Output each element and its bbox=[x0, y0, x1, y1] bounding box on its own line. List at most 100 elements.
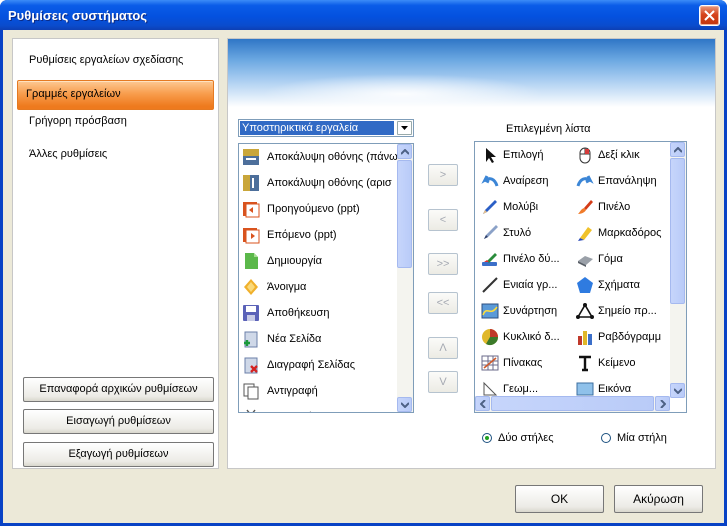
cancel-button[interactable]: Ακύρωση bbox=[614, 485, 703, 513]
nav-item-other-settings[interactable]: Άλλες ρυθμίσεις bbox=[29, 145, 107, 163]
selected-tool-item[interactable]: Κείμενο bbox=[574, 350, 668, 376]
selected-list-caption: Επιλεγμένη λίστα bbox=[506, 123, 591, 135]
selected-tool-item[interactable]: Επιλογή bbox=[479, 142, 571, 168]
tool-label: Αποκοπή bbox=[267, 404, 313, 412]
text-icon bbox=[579, 355, 591, 372]
add-all-tools-button[interactable]: >> bbox=[428, 253, 458, 275]
radio-label: Δύο στήλες bbox=[498, 432, 554, 444]
selected-list-vscrollbar[interactable] bbox=[670, 142, 686, 398]
close-icon bbox=[704, 10, 715, 21]
nav-item-label: Ρυθμίσεις εργαλείων σχεδίασης bbox=[29, 54, 184, 66]
selected-tool-item[interactable]: Σημείο πρ... bbox=[574, 298, 668, 324]
available-tool-item[interactable]: Αποκάλυψη οθόνης (πάνω bbox=[239, 144, 398, 170]
selected-tool-item[interactable]: Σχήματα bbox=[574, 272, 668, 298]
ok-button[interactable]: OK bbox=[515, 485, 604, 513]
tool-label: Νέα Σελίδα bbox=[267, 333, 322, 345]
tool-label: Μολύβι bbox=[503, 201, 539, 213]
hscroll-thumb[interactable] bbox=[491, 396, 654, 411]
radio-dot bbox=[601, 433, 611, 443]
scroll-left-button[interactable] bbox=[475, 396, 490, 411]
add-tool-button[interactable]: > bbox=[428, 164, 458, 186]
brush-double-icon bbox=[482, 253, 497, 266]
scroll-thumb[interactable] bbox=[670, 158, 685, 304]
tool-label: Επιλογή bbox=[503, 149, 544, 161]
available-tool-item[interactable]: Επόμενο (ppt) bbox=[239, 222, 397, 248]
chevron-up-icon bbox=[674, 147, 682, 153]
copy-icon bbox=[243, 383, 259, 400]
selected-tool-item[interactable]: Ραβδόγραμμ bbox=[574, 324, 668, 350]
move-up-button[interactable]: Λ bbox=[428, 337, 458, 359]
chevron-right-icon bbox=[660, 400, 666, 408]
brush-icon bbox=[578, 200, 593, 214]
scroll-thumb[interactable] bbox=[397, 160, 412, 268]
selected-tool-item[interactable]: Κυκλικό δ... bbox=[479, 324, 571, 350]
tool-label: Γόμα bbox=[598, 253, 623, 265]
selected-tool-item[interactable]: Πινέλο bbox=[574, 194, 668, 220]
scroll-down-button[interactable] bbox=[670, 383, 685, 398]
scroll-up-button[interactable] bbox=[670, 142, 685, 157]
chevron-left-icon bbox=[480, 400, 486, 408]
selected-list-hscrollbar[interactable] bbox=[475, 396, 670, 412]
selected-tool-item[interactable]: Στυλό bbox=[479, 220, 571, 246]
tool-label: Δεξί κλικ bbox=[598, 149, 640, 161]
radio-label: Μία στήλη bbox=[617, 432, 667, 444]
point-icon bbox=[576, 303, 594, 319]
title-bar[interactable]: Ρυθμίσεις συστήματος bbox=[0, 0, 727, 30]
available-tool-item[interactable]: Αποθήκευση bbox=[239, 300, 397, 326]
header-banner bbox=[228, 39, 715, 107]
function-graph-icon bbox=[481, 303, 499, 319]
tool-label: Σχήματα bbox=[598, 279, 640, 291]
import-settings-button[interactable]: Εισαγωγή ρυθμίσεων bbox=[23, 409, 214, 434]
remove-all-tools-button[interactable]: << bbox=[428, 292, 458, 314]
tool-label: Διαγραφή Σελίδας bbox=[267, 359, 356, 371]
available-tools-list[interactable]: Αποκάλυψη οθόνης (πάνω Αποκάλυψη οθόνης (… bbox=[238, 143, 414, 413]
cut-icon bbox=[246, 409, 256, 412]
toolbar-settings-panel: Υποστηρικτικά εργαλεία Αποκάλυψη οθόνης … bbox=[227, 38, 716, 469]
new-file-icon bbox=[245, 253, 258, 269]
scroll-up-button[interactable] bbox=[397, 144, 412, 159]
nav-item-drawing-tools[interactable]: Ρυθμίσεις εργαλείων σχεδίασης bbox=[29, 51, 183, 69]
tool-label: Μαρκαδόρος bbox=[598, 227, 662, 239]
available-tool-item[interactable]: Άνοιγμα bbox=[239, 274, 397, 300]
tool-label: Αποκάλυψη οθόνης (αρισ bbox=[267, 177, 392, 189]
available-tool-item[interactable]: Αντιγραφή bbox=[239, 378, 397, 404]
scroll-right-button[interactable] bbox=[655, 396, 670, 411]
selected-tool-item[interactable]: Μολύβι bbox=[479, 194, 571, 220]
available-tool-item[interactable]: Νέα Σελίδα bbox=[239, 326, 397, 352]
available-list-vscrollbar[interactable] bbox=[397, 144, 413, 412]
selected-tool-item[interactable]: Αναίρεση bbox=[479, 168, 571, 194]
dialog-client-area: Ρυθμίσεις εργαλείων σχεδίασης Γραμμές ερ… bbox=[3, 30, 724, 523]
available-tool-item[interactable]: Διαγραφή Σελίδας bbox=[239, 352, 397, 378]
nav-item-toolbars[interactable]: Γραμμές εργαλείων bbox=[17, 80, 214, 110]
remove-tool-button[interactable]: < bbox=[428, 209, 458, 231]
tool-category-select[interactable]: Υποστηρικτικά εργαλεία bbox=[238, 119, 414, 137]
available-tool-item[interactable]: Αποκοπή bbox=[239, 404, 397, 412]
tool-label: Κυκλικό δ... bbox=[503, 331, 560, 343]
nav-item-quick-access[interactable]: Γρήγορη πρόσβαση bbox=[29, 112, 127, 130]
dropdown-arrow-button[interactable] bbox=[397, 121, 412, 135]
pie-chart-icon bbox=[482, 329, 499, 346]
export-settings-button[interactable]: Εξαγωγή ρυθμίσεων bbox=[23, 442, 214, 467]
selected-tool-item[interactable]: Επανάληψη bbox=[574, 168, 668, 194]
selected-tool-item[interactable]: Γόμα bbox=[574, 246, 668, 272]
available-tool-item[interactable]: Αποκάλυψη οθόνης (αρισ bbox=[239, 170, 397, 196]
tool-label: Κείμενο bbox=[598, 357, 636, 369]
selected-tool-item[interactable]: Μαρκαδόρος bbox=[574, 220, 668, 246]
available-tool-item[interactable]: Δημιουργία bbox=[239, 248, 397, 274]
move-down-button[interactable]: V bbox=[428, 371, 458, 393]
tool-category-value: Υποστηρικτικά εργαλεία bbox=[240, 121, 394, 135]
selected-tools-list[interactable]: Επιλογή Δεξί κλικ Αναίρεση Επανάληψη Μολύβι Π… bbox=[474, 141, 687, 413]
selected-tool-item[interactable]: Πινέλο δύ... bbox=[479, 246, 571, 272]
reset-defaults-button[interactable]: Επαναφορά αρχικών ρυθμίσεων bbox=[23, 377, 214, 402]
pencil-icon bbox=[483, 200, 497, 214]
selected-tool-item[interactable]: Πίνακας bbox=[479, 350, 571, 376]
selected-tool-item[interactable]: Δεξί κλικ bbox=[574, 142, 668, 168]
chevron-down-icon bbox=[401, 402, 409, 408]
tool-label: Αποκάλυψη οθόνης (πάνω bbox=[267, 151, 398, 163]
ppt-previous-icon bbox=[243, 202, 260, 218]
selected-tool-item[interactable]: Ενιαία γρ... bbox=[479, 272, 571, 298]
close-button[interactable] bbox=[699, 5, 720, 26]
scroll-down-button[interactable] bbox=[397, 397, 412, 412]
available-tool-item[interactable]: Προηγούμενο (ppt) bbox=[239, 196, 397, 222]
selected-tool-item[interactable]: Συνάρτηση bbox=[479, 298, 571, 324]
